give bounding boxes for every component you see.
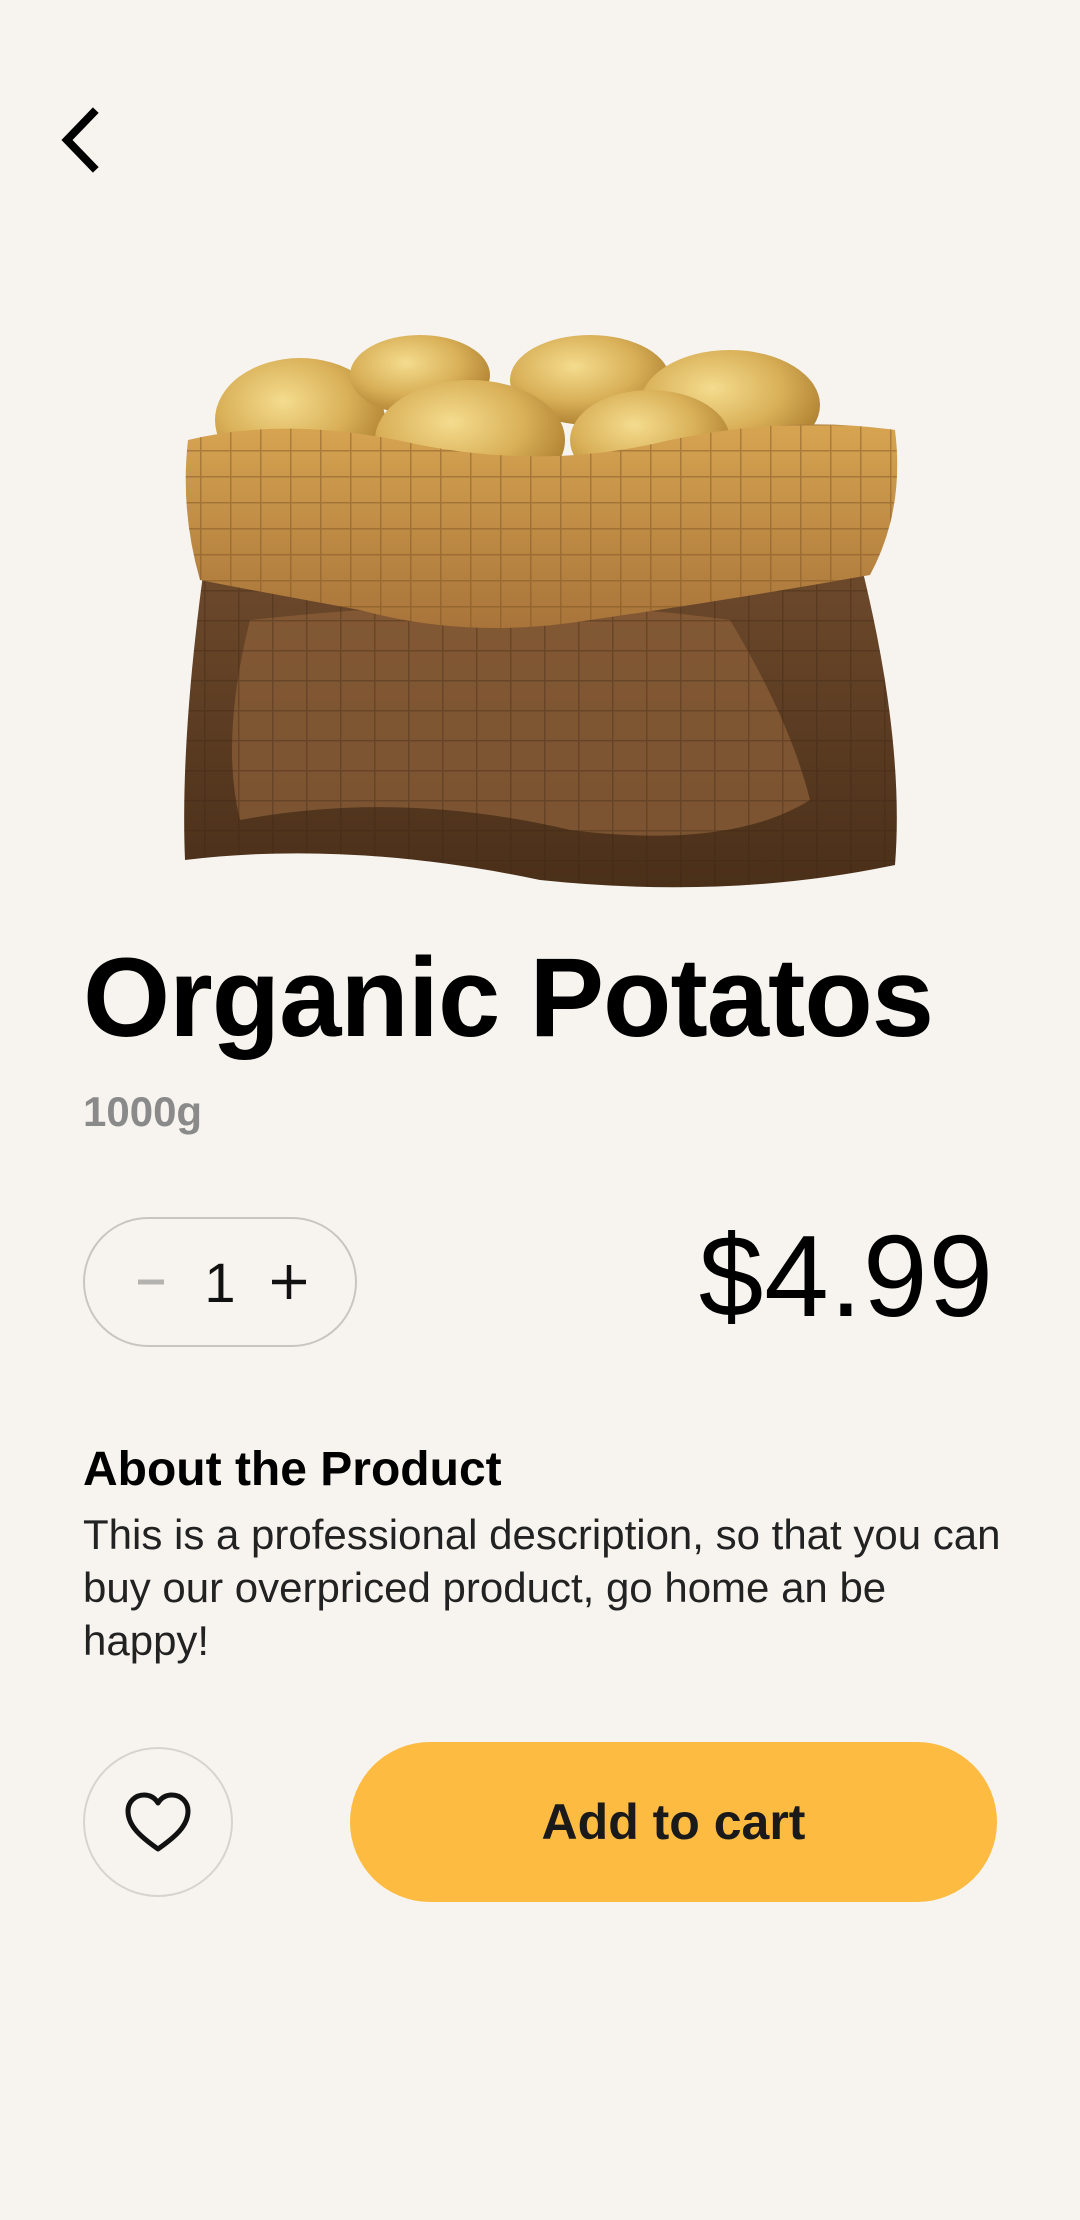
plus-icon — [272, 1265, 306, 1299]
product-price: $4.99 — [698, 1211, 994, 1341]
back-button[interactable] — [40, 100, 120, 180]
decrement-button[interactable] — [123, 1254, 179, 1310]
minus-icon — [138, 1279, 164, 1285]
heart-outline-icon — [125, 1792, 191, 1852]
about-description: This is a professional description, so t… — [83, 1511, 1001, 1664]
about-heading: About the Product — [83, 1443, 502, 1496]
product-image — [184, 335, 898, 888]
product-weight: 1000g — [83, 1088, 203, 1135]
quantity-value: 1 — [204, 1250, 236, 1314]
favorite-button[interactable] — [83, 1747, 233, 1897]
increment-button[interactable] — [261, 1254, 317, 1310]
product-title: Organic Potatos — [83, 935, 934, 1060]
quantity-stepper: 1 — [83, 1217, 357, 1347]
add-to-cart-button[interactable]: Add to cart — [350, 1742, 997, 1902]
chevron-left-icon — [61, 107, 99, 173]
